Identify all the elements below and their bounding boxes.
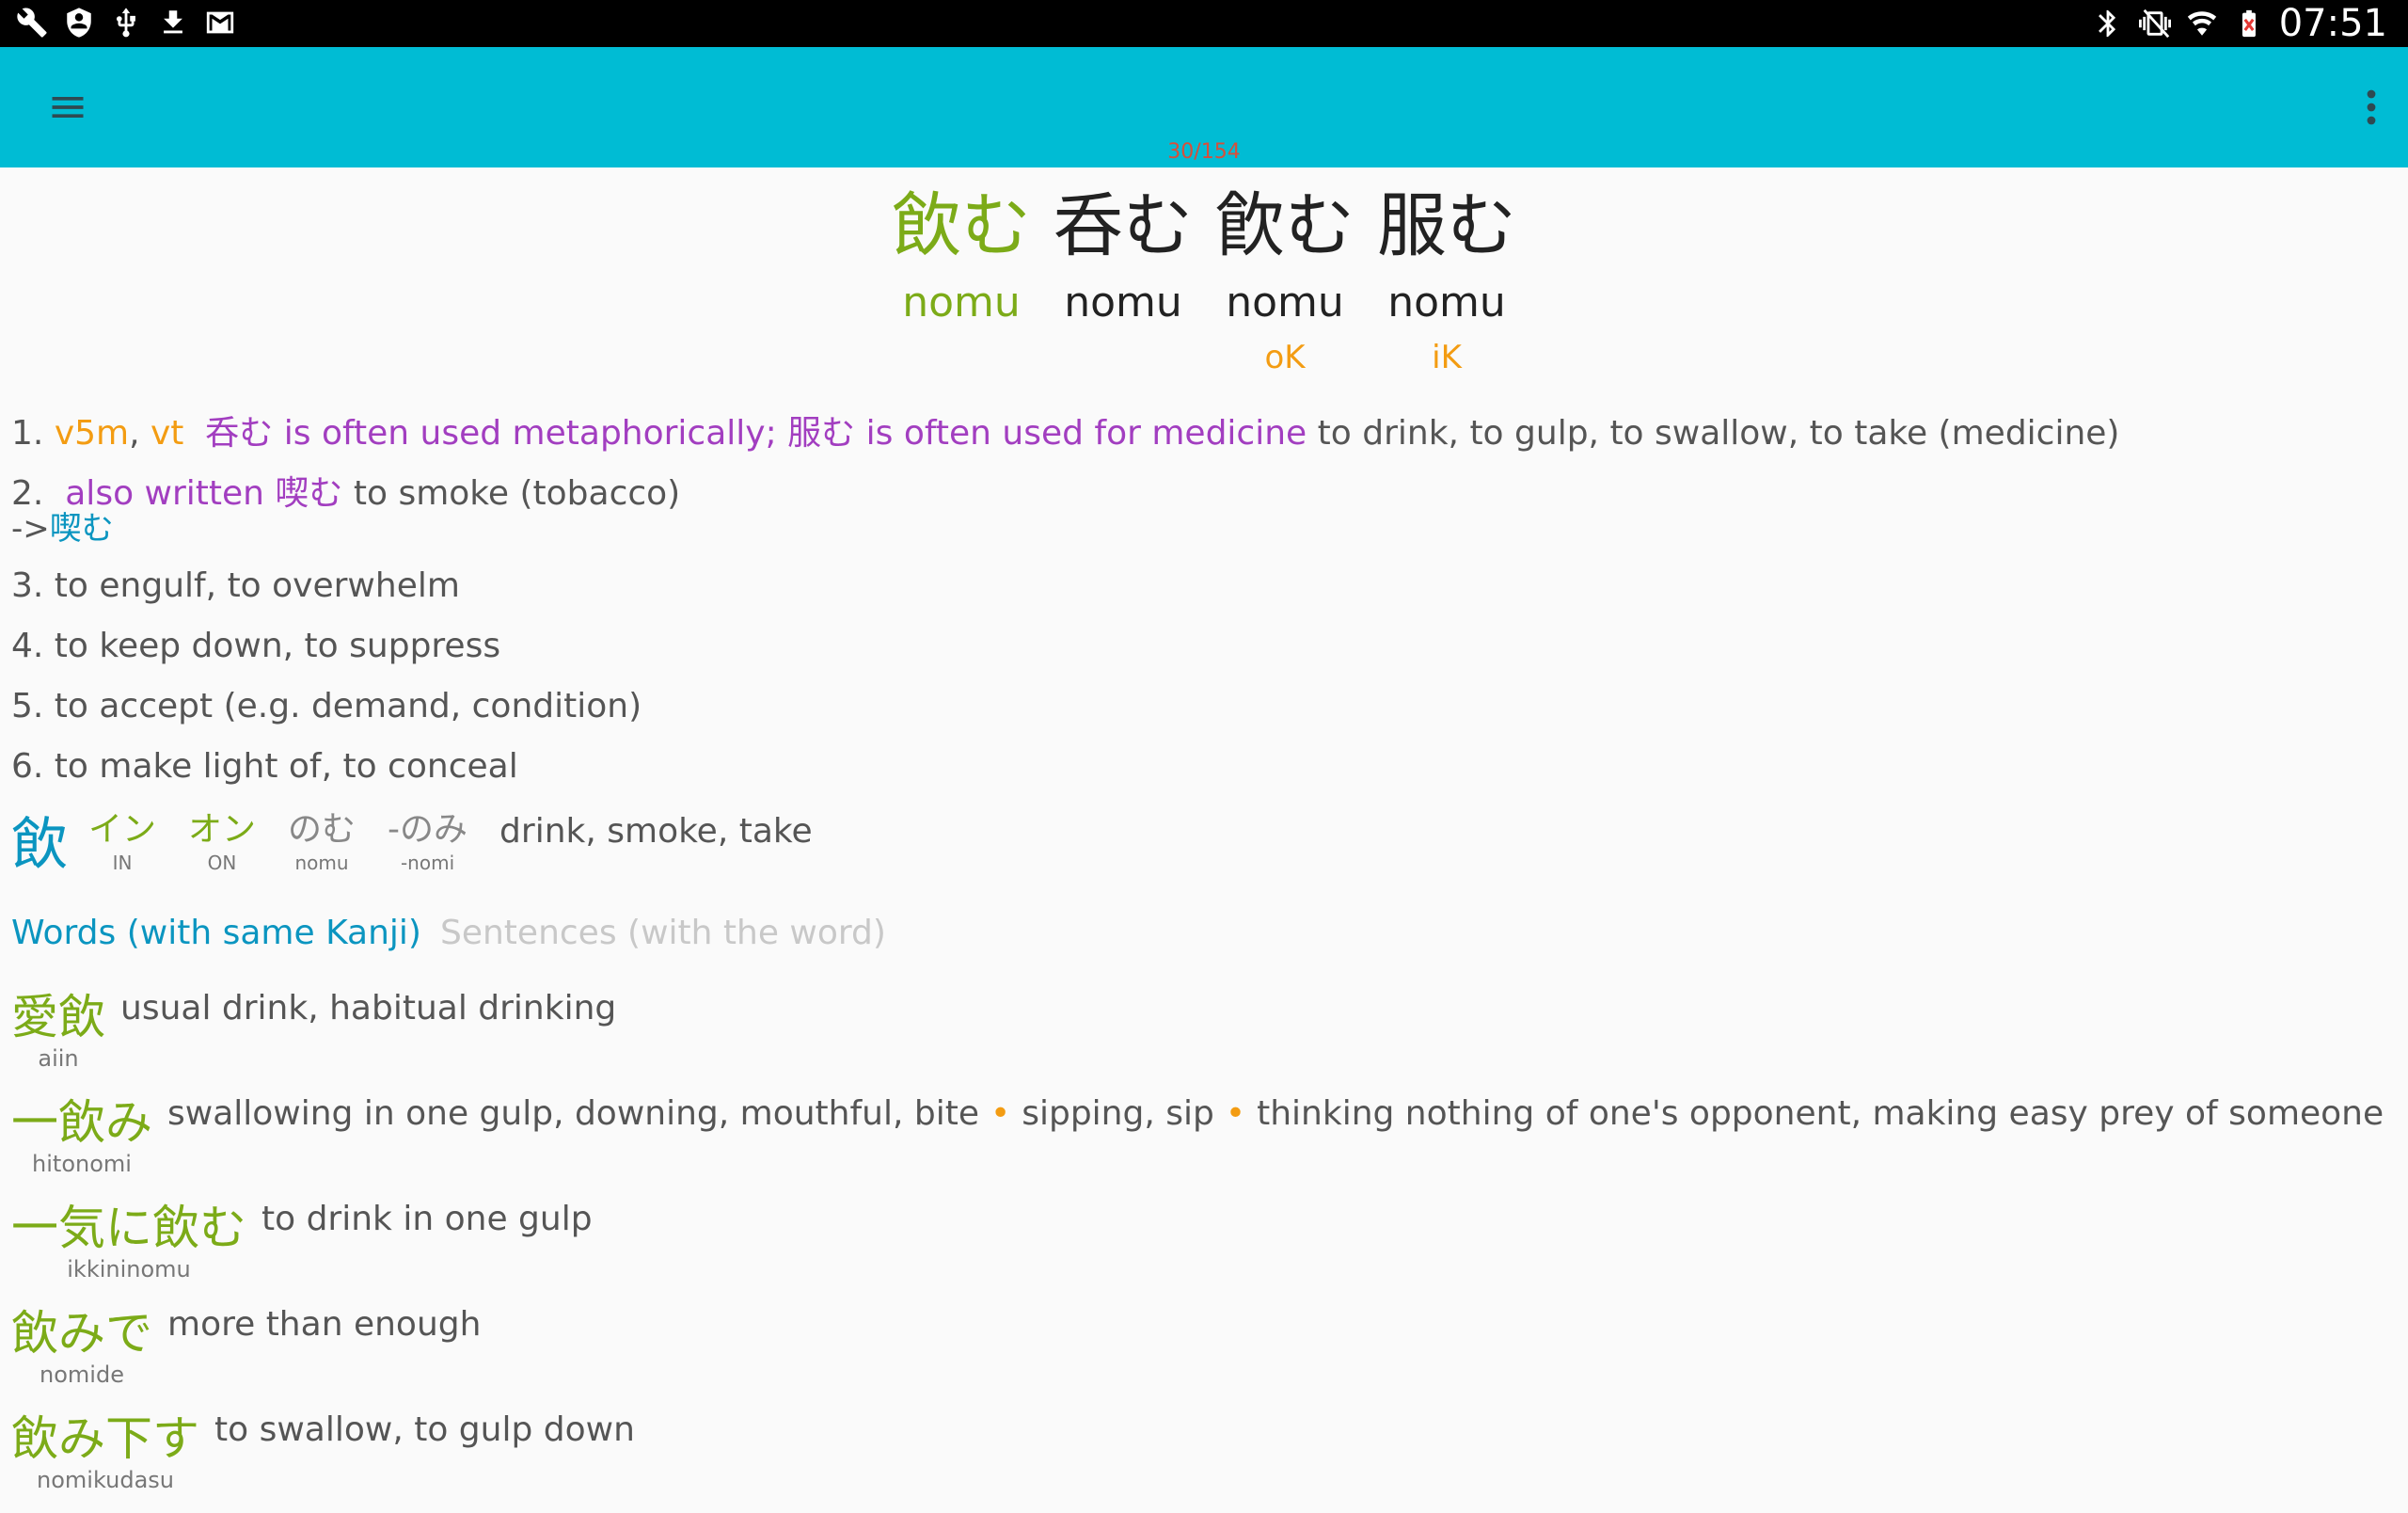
kanji-reading: のむ nomu	[288, 809, 356, 875]
usage-note: 呑む is often used metaphorically; 服む is o…	[205, 414, 1307, 453]
kanji-info[interactable]: 飲 イン IN オン ON のむ nomu -のみ -nomi drink, s…	[11, 809, 813, 881]
headword-variant[interactable]: 服む nomu iK	[1377, 177, 1516, 382]
word-kanji: 愛飲	[11, 990, 105, 1044]
headword-kanji: 飮む	[1215, 185, 1354, 266]
word-romaji: ikkininomu	[67, 1256, 191, 1282]
sense-number: 2.	[11, 474, 44, 513]
reading-romaji: IN	[112, 852, 133, 874]
meaning-separator: •	[990, 1094, 1011, 1133]
sense-item: 2. also written 喫む to smoke (tobacco) ->…	[11, 470, 2382, 548]
kanji-reading: -のみ -nomi	[388, 809, 467, 875]
kanji-reading: イン IN	[88, 809, 156, 875]
headword-tag: oK	[1264, 339, 1306, 376]
reading-kana: のむ	[288, 810, 356, 849]
overflow-menu-icon	[2367, 89, 2376, 125]
wifi-icon	[2185, 7, 2219, 40]
bluetooth-icon	[2091, 7, 2125, 40]
meaning-text: to swallow, to gulp down	[214, 1410, 635, 1449]
hamburger-menu-icon	[52, 97, 84, 118]
word-meaning: to swallow, to gulp down	[214, 1408, 635, 1453]
sense-item: 5. to accept (e.g. demand, condition)	[11, 687, 642, 725]
word-kanji: 一飲み	[11, 1095, 152, 1150]
xref-link[interactable]: 喫む	[50, 510, 114, 548]
usb-icon	[109, 6, 143, 40]
list-item[interactable]: 飲みで nomide more than enough	[11, 1302, 2400, 1408]
word-romaji: nomikudasu	[37, 1467, 174, 1493]
download-icon	[156, 6, 190, 40]
sense-item: 6. to make light of, to conceal	[11, 747, 518, 786]
sense-item: 1. v5m, vt 呑む is often used metaphorical…	[11, 410, 2382, 457]
word-kanji: 飲み下す	[11, 1411, 199, 1466]
page-counter: 30/154	[1167, 140, 1241, 164]
reading-kana: -のみ	[388, 810, 468, 849]
overflow-menu-button[interactable]	[2348, 79, 2395, 135]
headword-tag: iK	[1432, 339, 1462, 376]
part-of-speech: v5m	[54, 414, 130, 453]
sense-item: 3. to engulf, to overwhelm	[11, 566, 460, 605]
kanji-reading: オン ON	[188, 809, 256, 875]
headword-kanji: 飲む	[892, 185, 1031, 266]
meaning-text: usual drink, habitual drinking	[120, 989, 617, 1027]
word-meaning: to drink in one gulp	[261, 1197, 593, 1242]
headword-variant[interactable]: 飮む nomu oK	[1215, 177, 1354, 382]
kanji-character[interactable]: 飲	[11, 809, 68, 881]
shield-icon	[62, 6, 96, 40]
sense-item: 4. to keep down, to suppress	[11, 627, 501, 665]
meaning-text: to drink in one gulp	[261, 1200, 593, 1238]
meaning-text: swallowing in one gulp, downing, mouthfu…	[167, 1094, 979, 1133]
word-kanji: 飲みで	[11, 1306, 152, 1361]
sense-number: 1.	[11, 414, 44, 453]
reading-kana: オン	[188, 810, 257, 849]
reading-romaji: -nomi	[400, 852, 455, 874]
list-item[interactable]: 愛飲 aiin usual drink, habitual drinking	[11, 986, 2400, 1091]
tab-words[interactable]: Words (with same Kanji)	[11, 911, 421, 956]
meaning-text: more than enough	[167, 1305, 482, 1344]
list-item[interactable]: 一飲み hitonomi swallowing in one gulp, dow…	[11, 1091, 2400, 1197]
word-meaning: usual drink, habitual drinking	[120, 986, 616, 1031]
kanji-meaning: drink, smoke, take	[499, 812, 813, 851]
word-kanji: 一気に飲む	[11, 1201, 246, 1255]
xref-arrow: ->	[11, 510, 50, 548]
headword-reading: nomu	[1226, 279, 1344, 326]
hamburger-menu-button[interactable]	[38, 79, 98, 135]
tab-sentences[interactable]: Sentences (with the word)	[440, 911, 886, 956]
sense-list: 1. v5m, vt 呑む is often used metaphorical…	[11, 410, 2382, 804]
headword-variant[interactable]: 呑む nomu	[1054, 177, 1193, 382]
status-bar: 07:51	[0, 0, 2408, 47]
vibrate-icon	[2138, 7, 2172, 40]
headword-list: 飲む nomu 呑む nomu 飮む nomu oK 服む nomu iK	[0, 177, 2408, 382]
headword-kanji: 服む	[1377, 185, 1516, 266]
gmail-icon	[203, 6, 237, 40]
meaning-text: thinking nothing of one's opponent, maki…	[1257, 1094, 2384, 1133]
reading-kana: イン	[88, 810, 157, 849]
reading-romaji: ON	[207, 852, 237, 874]
usage-note: also written 喫む	[65, 474, 343, 513]
word-romaji: aiin	[38, 1045, 79, 1072]
word-romaji: nomide	[40, 1362, 124, 1388]
result-tabs: Words (with same Kanji) Sentences (with …	[11, 911, 886, 956]
reading-romaji: nomu	[294, 852, 349, 874]
headword-reading: nomu	[1387, 279, 1506, 326]
headword-kanji: 呑む	[1054, 185, 1193, 266]
gloss: to drink, to gulp, to swallow, to take (…	[1317, 414, 2120, 453]
part-of-speech: vt	[150, 414, 184, 453]
list-item[interactable]: 飲み下す nomikudasu to swallow, to gulp down	[11, 1408, 2400, 1513]
battery-icon	[2232, 7, 2266, 40]
meaning-text: sipping, sip	[1022, 1094, 1214, 1133]
meaning-separator: •	[1225, 1094, 1246, 1133]
word-meaning: swallowing in one gulp, downing, mouthfu…	[167, 1091, 2384, 1137]
wrench-icon	[15, 6, 49, 40]
word-meaning: more than enough	[167, 1302, 481, 1347]
headword-variant[interactable]: 飲む nomu	[892, 177, 1031, 382]
pos-separator: ,	[129, 414, 150, 453]
word-romaji: hitonomi	[32, 1151, 132, 1177]
gloss: to smoke (tobacco)	[353, 474, 681, 513]
clock-time: 07:51	[2278, 2, 2387, 45]
list-item[interactable]: 一気に飲む ikkininomu to drink in one gulp	[11, 1197, 2400, 1302]
word-list: 愛飲 aiin usual drink, habitual drinking 一…	[11, 986, 2400, 1513]
cross-reference: ->喫む	[11, 510, 2382, 548]
headword-reading: nomu	[1064, 279, 1182, 326]
headword-reading: nomu	[902, 279, 1021, 326]
